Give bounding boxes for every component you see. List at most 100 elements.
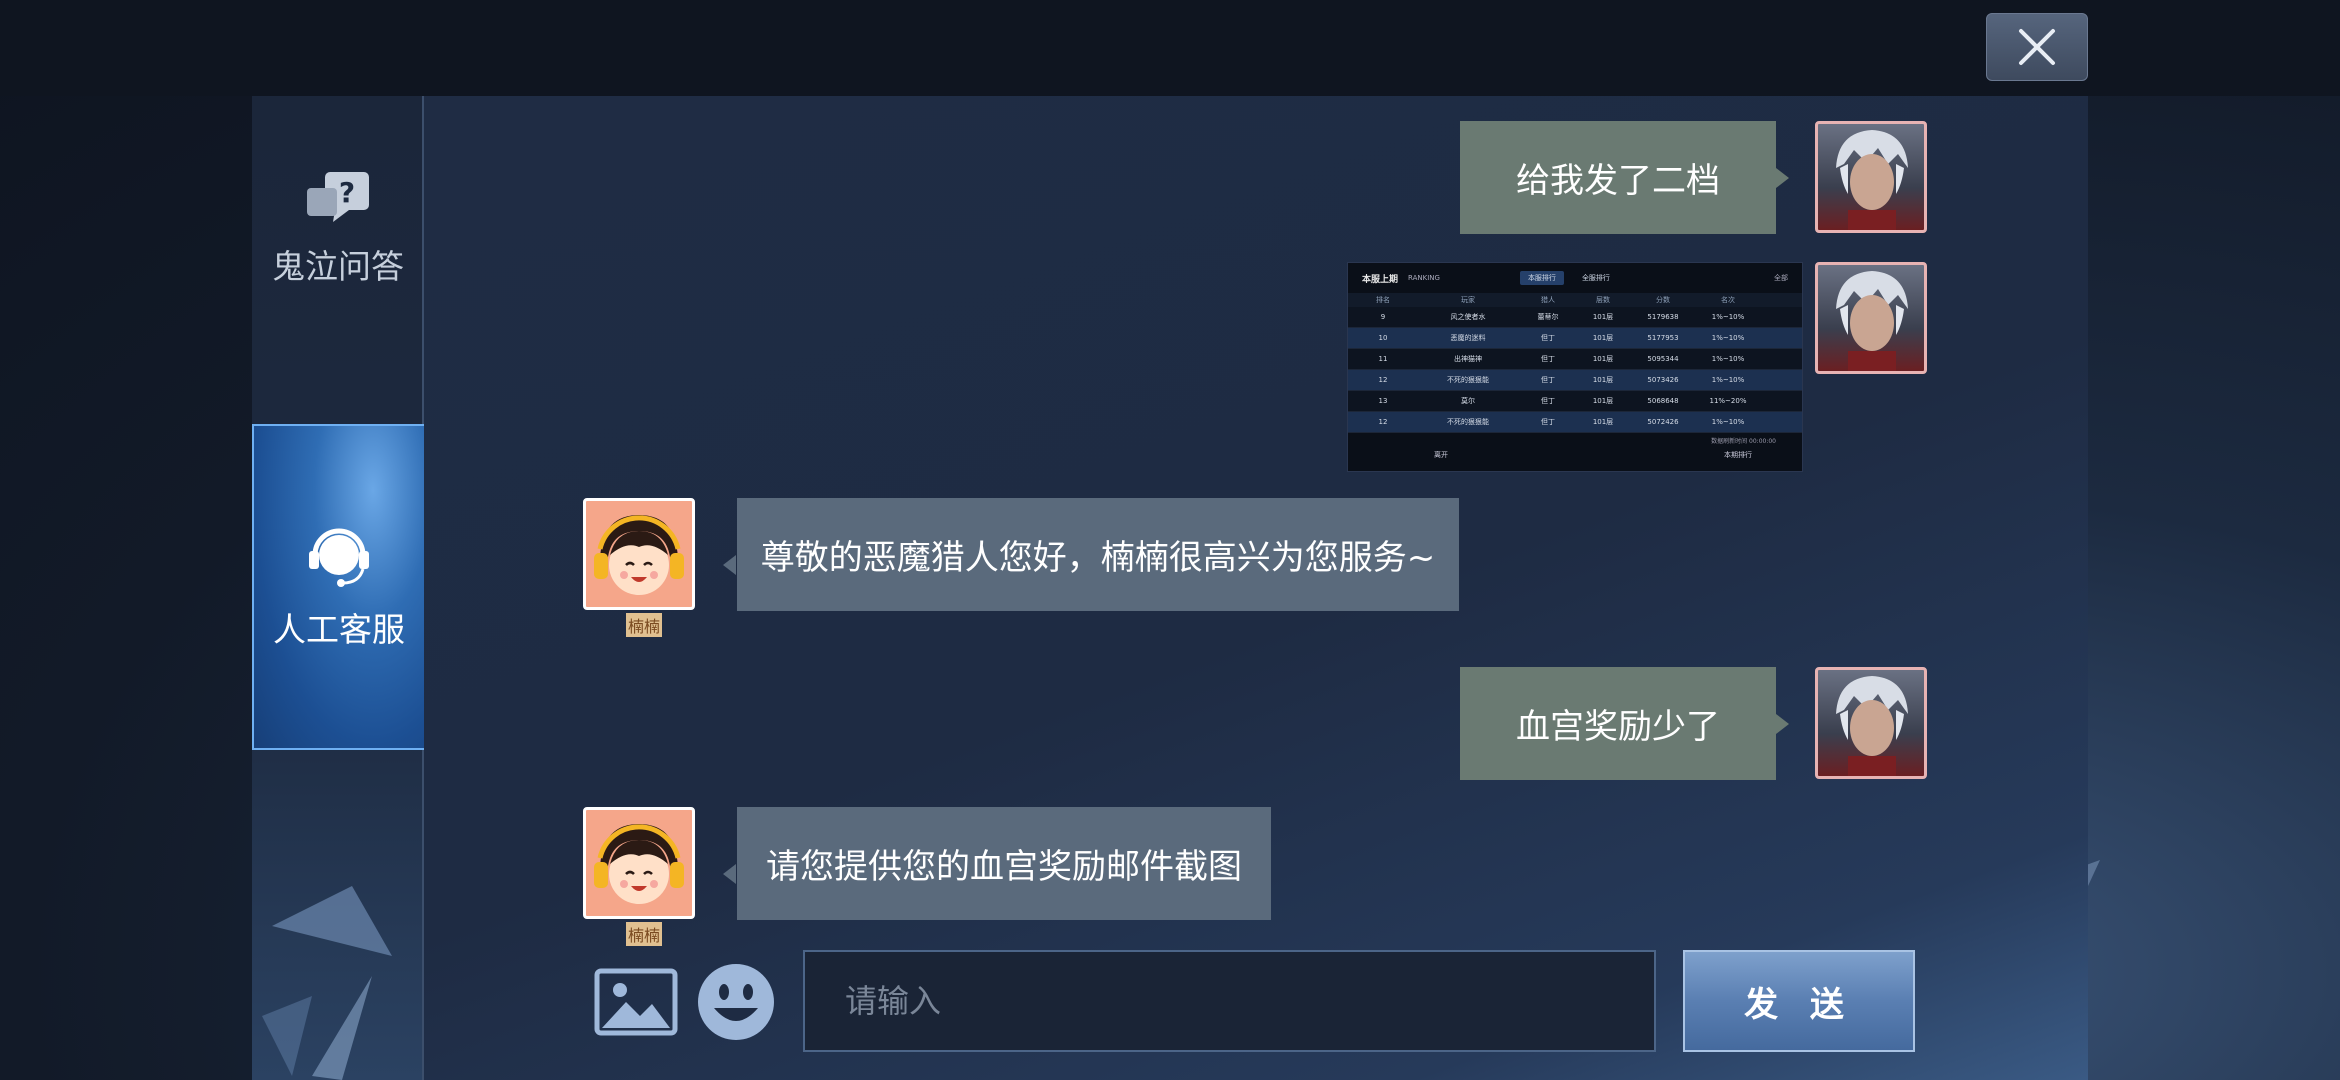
ranking-cell: 1%~10% <box>1711 313 1745 321</box>
ranking-cell: 13 <box>1378 397 1388 405</box>
bubble-tail <box>723 864 736 884</box>
user-message-bubble: 血宫奖励少了 <box>1460 667 1776 780</box>
ranking-row: 10 恶魔的迷料 但丁 101层 5177953 1%~10% <box>1348 328 1802 349</box>
bubble-tail <box>723 555 736 575</box>
headset-agent-icon <box>309 528 369 587</box>
ranking-cell: 1%~10% <box>1711 334 1745 342</box>
ranking-cell: 风之使者水 <box>1450 313 1486 321</box>
question-chat-icon: ? <box>307 172 369 222</box>
ranking-cell: 5072426 <box>1647 418 1679 426</box>
ranking-cell: 蕾蒂尔 <box>1537 313 1559 321</box>
user-avatar[interactable] <box>1815 121 1927 233</box>
ranking-cell: 1%~10% <box>1711 355 1745 363</box>
message-text: 给我发了二档 <box>1516 161 1720 201</box>
ranking-tab: 本服排行 <box>1519 271 1564 285</box>
ranking-cell: 5073426 <box>1647 376 1679 384</box>
ranking-tab: 全服排行 <box>1581 274 1610 282</box>
ranking-filter: 全部 <box>1774 274 1788 282</box>
close-icon <box>2019 29 2055 65</box>
ranking-cell: 12 <box>1378 376 1388 384</box>
shard-decoration <box>262 886 392 1080</box>
ranking-cell: 恶魔的迷料 <box>1450 334 1486 342</box>
ranking-cell: 出神猫神 <box>1454 355 1482 363</box>
ranking-cell: 10 <box>1378 334 1388 342</box>
ranking-footer-left: 离开 <box>1434 451 1448 459</box>
emoji-icon <box>698 964 774 1040</box>
ranking-cell: 莫尔 <box>1461 397 1475 405</box>
ranking-footer-note: 数据刷新时间 00:00:00 <box>1711 438 1776 445</box>
message-text: 请您提供您的血宫奖励邮件截图 <box>766 847 1242 887</box>
ranking-cell: 但丁 <box>1541 418 1555 426</box>
ranking-cell: 12 <box>1378 418 1388 426</box>
ranking-footer: 数据刷新时间 00:00:00 离开 本期排行 <box>1348 433 1802 471</box>
sidebar-item-label: 人工客服 <box>273 610 405 649</box>
ranking-cell: 但丁 <box>1541 334 1555 342</box>
ranking-cell: 但丁 <box>1541 376 1555 384</box>
ranking-cell: 5095344 <box>1647 355 1679 363</box>
column-header: 名次 <box>1721 296 1735 304</box>
agent-name: 楠楠 <box>626 613 663 637</box>
column-header: 分数 <box>1656 296 1670 304</box>
chat-panel: ? 鬼泣问答 人工客服 给我发了二档 本服上期 RANKING 本服排行 全服排… <box>252 96 2088 1080</box>
dante-portrait-icon <box>1836 271 1908 371</box>
message-text: 尊敬的恶魔猎人您好，楠楠很高兴为您服务~ <box>760 538 1436 578</box>
ranking-cell: 1%~10% <box>1711 418 1745 426</box>
agent-girl-headset-icon <box>594 824 684 904</box>
sidebar-item-faq[interactable]: ? 鬼泣问答 <box>252 154 424 304</box>
send-button[interactable]: 发 送 <box>1683 950 1915 1052</box>
sidebar-item-label: 鬼泣问答 <box>272 247 404 286</box>
ranking-row: 12 不死的狠狠能 但丁 101层 5072426 1%~10% <box>1348 412 1802 433</box>
dante-portrait-icon <box>1836 676 1908 776</box>
bubble-tail <box>1776 168 1789 188</box>
ranking-row: 12 不死的狠狠能 但丁 101层 5073426 1%~10% <box>1348 370 1802 391</box>
ranking-row: 13 莫尔 但丁 101层 5068648 11%~20% <box>1348 391 1802 412</box>
emoji-button[interactable] <box>694 960 778 1044</box>
ranking-cell: 11 <box>1378 355 1388 363</box>
image-upload-button[interactable] <box>594 968 678 1036</box>
ranking-footer-right: 本期排行 <box>1724 451 1752 459</box>
ranking-header: 本服上期 RANKING 本服排行 全服排行 全部 <box>1348 263 1802 293</box>
ranking-cell: 5179638 <box>1647 313 1679 321</box>
ranking-row: 11 出神猫神 但丁 101层 5095344 1%~10% <box>1348 349 1802 370</box>
ranking-cell: 101层 <box>1592 334 1614 342</box>
ranking-cell: 11%~20% <box>1709 397 1747 405</box>
agent-message-bubble: 尊敬的恶魔猎人您好，楠楠很高兴为您服务~ <box>737 498 1459 611</box>
sidebar-item-customer-service[interactable]: 人工客服 <box>252 424 424 750</box>
ranking-cell: 9 <box>1380 313 1386 321</box>
ranking-cell: 101层 <box>1592 313 1614 321</box>
ranking-cell: 5177953 <box>1647 334 1679 342</box>
agent-avatar[interactable] <box>583 807 695 919</box>
ranking-title-en: RANKING <box>1408 274 1440 282</box>
sidebar: ? 鬼泣问答 人工客服 <box>252 96 424 1080</box>
message-text: 血宫奖励少了 <box>1516 707 1720 747</box>
agent-name: 楠楠 <box>626 922 663 946</box>
svg-text:?: ? <box>339 176 355 209</box>
bubble-tail <box>1776 714 1789 734</box>
dante-portrait-icon <box>1836 130 1908 230</box>
ranking-cell: 101层 <box>1592 355 1614 363</box>
ranking-cell: 不死的狠狠能 <box>1447 418 1489 426</box>
column-header: 层数 <box>1596 296 1610 304</box>
ranking-cell: 但丁 <box>1541 355 1555 363</box>
ranking-cell: 101层 <box>1592 397 1614 405</box>
message-input[interactable] <box>803 950 1656 1052</box>
user-message-bubble: 给我发了二档 <box>1460 121 1776 234</box>
ranking-title: 本服上期 <box>1362 274 1399 285</box>
agent-avatar[interactable] <box>583 498 695 610</box>
column-header: 排名 <box>1376 296 1390 304</box>
ranking-columns: 排名 玩家 猎人 层数 分数 名次 <box>1348 293 1802 307</box>
ranking-cell: 101层 <box>1592 376 1614 384</box>
ranking-cell: 1%~10% <box>1711 376 1745 384</box>
agent-message-bubble: 请您提供您的血宫奖励邮件截图 <box>737 807 1271 920</box>
user-avatar[interactable] <box>1815 667 1927 779</box>
send-button-label: 发 送 <box>1744 984 1854 1025</box>
user-image-attachment[interactable]: 本服上期 RANKING 本服排行 全服排行 全部 排名 玩家 猎人 层数 分数… <box>1347 262 1803 472</box>
column-header: 玩家 <box>1461 296 1475 304</box>
user-avatar[interactable] <box>1815 262 1927 374</box>
image-icon <box>594 968 678 1036</box>
ranking-row: 9 风之使者水 蕾蒂尔 101层 5179638 1%~10% <box>1348 307 1802 328</box>
ranking-cell: 101层 <box>1592 418 1614 426</box>
close-button[interactable] <box>1986 13 2088 81</box>
ranking-cell: 5068648 <box>1647 397 1679 405</box>
ranking-cell: 但丁 <box>1541 397 1555 405</box>
